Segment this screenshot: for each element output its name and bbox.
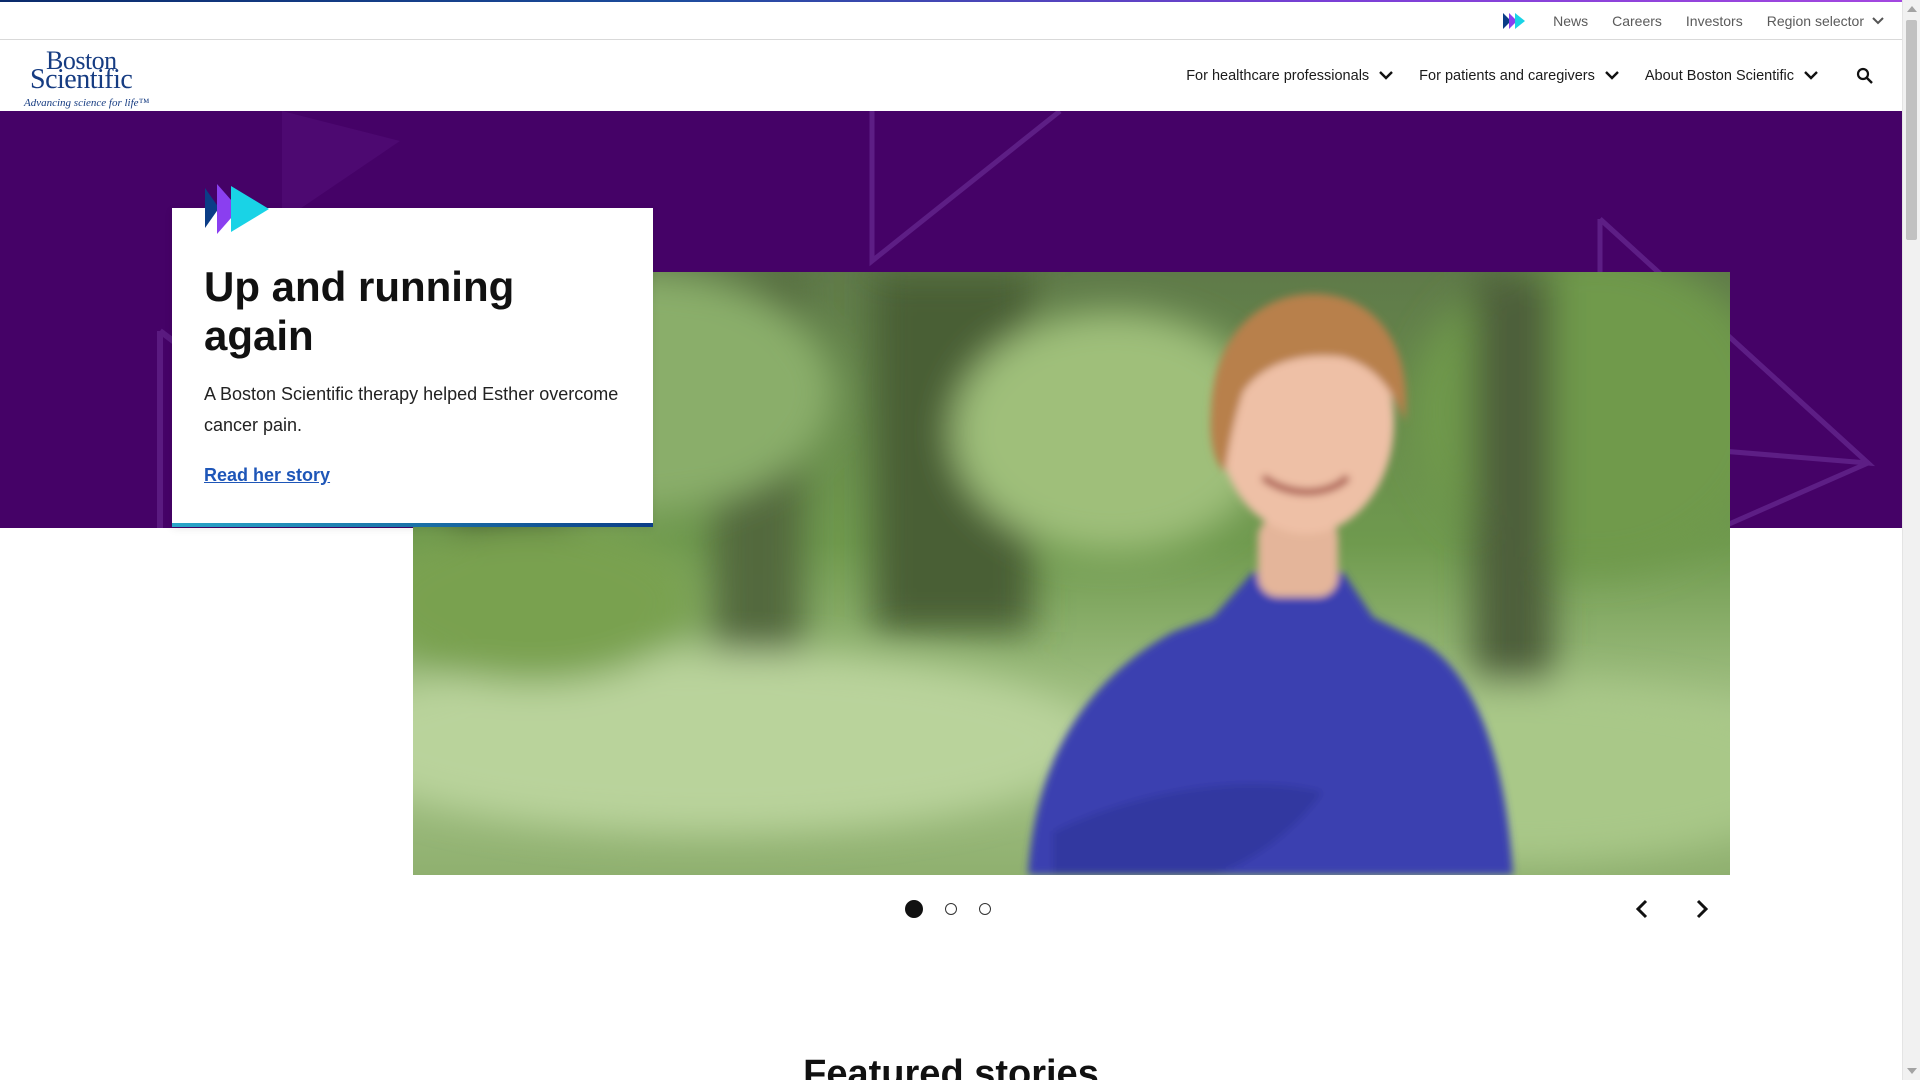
nav-item-label: For healthcare professionals	[1186, 67, 1370, 84]
carousel-dot-3[interactable]	[979, 903, 991, 915]
nav-item-label: About Boston Scientific	[1644, 67, 1794, 84]
nav-item-label: For patients and caregivers	[1419, 67, 1595, 84]
carousel-dots	[905, 900, 991, 918]
boston-scientific-logo[interactable]: Boston Scientific Advancing science for …	[22, 44, 172, 110]
main-nav: For healthcare professionals For patient…	[1186, 40, 1874, 111]
page-scrollbar[interactable]	[1902, 0, 1920, 1080]
scroll-up-arrow[interactable]	[1907, 6, 1917, 12]
nav-healthcare-professionals[interactable]: For healthcare professionals	[1186, 67, 1394, 84]
careers-link[interactable]: Careers	[1612, 13, 1662, 29]
carousel-dot-2[interactable]	[945, 903, 957, 915]
utility-bar: News Careers Investors Region selector	[0, 2, 1902, 40]
scroll-down-arrow[interactable]	[1907, 1068, 1917, 1074]
carousel-dot-1[interactable]	[905, 900, 923, 918]
logo-tagline: Advancing science for life™	[24, 97, 150, 109]
search-icon[interactable]	[1856, 67, 1874, 85]
nav-patients-caregivers[interactable]: For patients and caregivers	[1419, 68, 1619, 84]
nav-about[interactable]: About Boston Scientific	[1645, 68, 1818, 84]
chevron-down-icon	[1804, 71, 1818, 80]
featured-stories-heading: Featured stories	[803, 1053, 1099, 1080]
brand-arrows-icon	[1503, 13, 1526, 29]
scroll-thumb[interactable]	[1906, 20, 1917, 240]
investors-link[interactable]: Investors	[1686, 13, 1743, 29]
region-selector[interactable]: Region selector	[1767, 13, 1884, 29]
chevron-down-icon	[1605, 71, 1619, 80]
hero-description: A Boston Scientific therapy helped Esthe…	[204, 384, 619, 435]
utility-links: News Careers Investors Region selector	[1503, 2, 1884, 40]
chevron-left-icon[interactable]	[1631, 898, 1653, 920]
site-header: Boston Scientific Advancing science for …	[0, 40, 1902, 111]
chevron-down-icon	[1872, 17, 1884, 25]
news-link[interactable]: News	[1553, 13, 1588, 29]
brand-arrows-icon	[205, 184, 269, 234]
read-her-story-link[interactable]: Read her story	[204, 465, 330, 486]
chevron-right-icon[interactable]	[1691, 898, 1713, 920]
logo-word-scientific: Scientific	[30, 64, 133, 95]
hero-title: Up and running again	[204, 263, 515, 359]
hero-card: Up and running again A Boston Scientific…	[172, 208, 653, 527]
chevron-down-icon	[1379, 71, 1394, 80]
region-selector-label: Region selector	[1766, 13, 1864, 29]
